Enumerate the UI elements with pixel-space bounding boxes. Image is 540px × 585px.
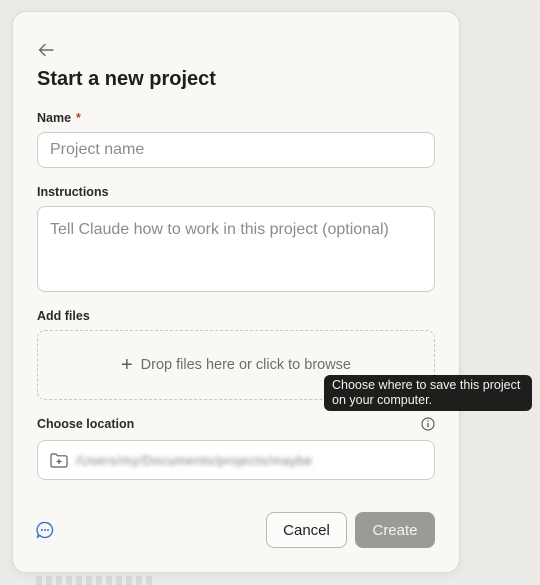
create-button[interactable]: Create [355,512,435,548]
choose-location-label: Choose location [37,417,135,431]
cancel-button[interactable]: Cancel [266,512,347,548]
dropzone-text: Drop files here or click to browse [140,357,351,373]
folder-plus-icon [50,452,68,468]
chat-bubble-icon[interactable] [35,520,55,540]
location-tooltip: Choose where to save this project on you… [324,375,532,411]
project-name-input[interactable] [37,132,435,168]
dialog-title: Start a new project [37,68,216,90]
instructions-label: Instructions [37,185,109,199]
plus-icon: + [120,354,133,376]
new-project-dialog: Start a new project Name * Instructions A… [12,11,460,573]
name-label-text: Name [37,111,72,125]
name-label: Name * [37,111,81,125]
location-picker[interactable]: /Users/my/Documents/projects/maybe [37,440,435,480]
arrow-left-icon [38,43,54,57]
back-button[interactable] [35,40,57,60]
add-files-label: Add files [37,309,90,323]
info-icon[interactable] [421,417,435,431]
instructions-textarea[interactable] [37,206,435,292]
location-path: /Users/my/Documents/projects/maybe [76,452,313,468]
background-content [36,576,156,585]
required-asterisk: * [76,111,81,125]
